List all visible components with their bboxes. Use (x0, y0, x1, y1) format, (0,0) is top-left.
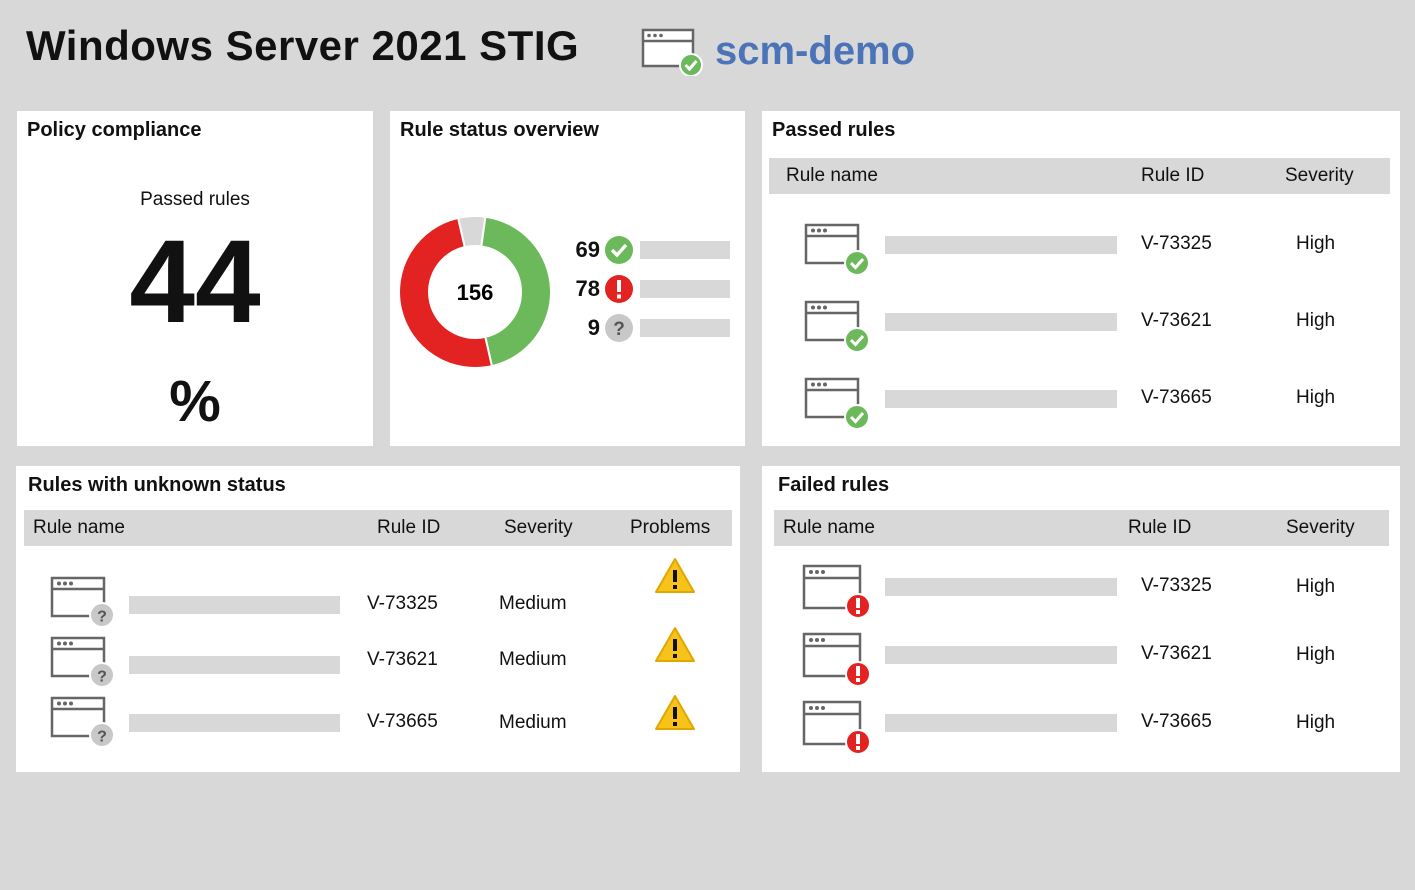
rule-name-placeholder (129, 714, 340, 732)
col-severity[interactable]: Severity (1285, 165, 1354, 187)
card-title: Passed rules (772, 119, 896, 141)
severity: High (1296, 310, 1336, 331)
severity: Medium (499, 712, 567, 733)
rule-name-placeholder (885, 313, 1117, 331)
warning-triangle-icon[interactable] (653, 693, 697, 733)
rule-id: V-73621 (1141, 643, 1212, 664)
col-rule-id[interactable]: Rule ID (377, 517, 440, 539)
col-rule-name[interactable]: Rule name (33, 517, 125, 539)
rule-id: V-73325 (1141, 575, 1212, 596)
stat-passed: 69 (560, 235, 730, 265)
rule-name-placeholder (129, 656, 340, 674)
col-rule-name[interactable]: Rule name (786, 165, 878, 187)
rule-name-placeholder (885, 578, 1117, 596)
rule-name-placeholder (885, 646, 1117, 664)
severity: High (1296, 233, 1336, 254)
warning-triangle-icon[interactable] (653, 556, 697, 596)
rule-id: V-73325 (1141, 233, 1212, 254)
stat-unknown-count: 9 (587, 315, 600, 340)
severity: High (1296, 387, 1336, 408)
compliance-value: 44 (129, 216, 261, 348)
table-row[interactable]: ? V-73665 Medium (16, 692, 740, 752)
rule-name-placeholder (885, 390, 1117, 408)
col-rule-name[interactable]: Rule name (783, 517, 875, 539)
rule-id: V-73325 (367, 593, 438, 614)
rule-id: V-73621 (1141, 310, 1212, 331)
compliance-unit: % (169, 369, 221, 434)
check-circle-icon (605, 236, 633, 264)
col-problems[interactable]: Problems (630, 517, 710, 539)
severity: High (1296, 644, 1336, 665)
card-title: Failed rules (778, 474, 890, 496)
rule-id: V-73665 (367, 711, 438, 732)
failed-rules-card: Failed rules Rule name Rule ID Severity … (762, 466, 1400, 772)
exclamation-circle-icon (605, 275, 633, 303)
col-rule-id[interactable]: Rule ID (1141, 165, 1204, 187)
table-header: Rule name Rule ID Severity Problems (24, 510, 732, 546)
table-header: Rule name Rule ID Severity (774, 510, 1389, 546)
donut-center-label: 156 (457, 280, 494, 305)
rule-status-overview-card: Rule status overview 156 69 78 9 ? (390, 111, 745, 446)
rule-window-check-icon (804, 377, 870, 429)
stat-failed-count: 78 (575, 276, 600, 301)
rule-id: V-73621 (367, 649, 438, 670)
stat-bar (640, 319, 730, 337)
rule-window-error-icon (802, 632, 871, 687)
svg-text:?: ? (97, 729, 107, 746)
rule-window-question-icon: ? (50, 576, 115, 628)
host-name: scm-demo (715, 28, 916, 73)
stat-bar (640, 280, 730, 298)
question-circle-icon: ? (605, 314, 633, 342)
severity: Medium (499, 593, 567, 614)
rule-name-placeholder (885, 236, 1117, 254)
server-window-check-icon (641, 28, 703, 76)
table-row[interactable]: V-73621 High (762, 292, 1400, 352)
col-severity[interactable]: Severity (504, 517, 573, 539)
unknown-rules-card: Rules with unknown status Rule name Rule… (16, 466, 740, 772)
col-rule-id[interactable]: Rule ID (1128, 517, 1191, 539)
svg-text:?: ? (97, 669, 107, 686)
card-title: Policy compliance (27, 119, 202, 141)
severity: High (1296, 712, 1336, 733)
rule-window-error-icon (802, 700, 871, 755)
rule-name-placeholder (885, 714, 1117, 732)
page-title: Windows Server 2021 STIG (26, 22, 580, 69)
policy-compliance-card: Policy compliance Passed rules 44 % (17, 111, 373, 446)
stat-failed: 78 (560, 274, 730, 304)
table-row[interactable]: V-73621 High (762, 628, 1400, 688)
severity: High (1296, 576, 1336, 597)
status-donut-chart: 156 (398, 215, 552, 369)
rule-window-check-icon (804, 223, 870, 275)
table-row[interactable]: ? V-73621 Medium (16, 627, 740, 690)
col-severity[interactable]: Severity (1286, 517, 1355, 539)
rule-window-error-icon (802, 564, 871, 619)
svg-text:?: ? (97, 609, 107, 626)
svg-text:?: ? (613, 319, 625, 340)
table-row[interactable]: ? V-73325 Medium (16, 558, 740, 630)
rule-id: V-73665 (1141, 711, 1212, 732)
rule-id: V-73665 (1141, 387, 1212, 408)
rule-window-check-icon (804, 300, 870, 352)
card-title: Rules with unknown status (28, 474, 286, 496)
table-row[interactable]: V-73325 High (762, 560, 1400, 620)
table-header: Rule name Rule ID Severity (769, 158, 1390, 194)
passed-rules-label: Passed rules (140, 189, 250, 210)
stat-passed-count: 69 (575, 237, 600, 262)
table-row[interactable]: V-73665 High (762, 696, 1400, 756)
table-row[interactable]: V-73325 High (762, 215, 1400, 275)
warning-triangle-icon[interactable] (653, 625, 697, 665)
stat-unknown: 9 ? (560, 313, 730, 343)
host-label: scm-demo (641, 26, 915, 76)
card-title: Rule status overview (400, 119, 599, 141)
severity: Medium (499, 649, 567, 670)
passed-rules-card: Passed rules Rule name Rule ID Severity … (762, 111, 1400, 446)
rule-name-placeholder (129, 596, 340, 614)
rule-window-question-icon: ? (50, 696, 115, 748)
stat-bar (640, 241, 730, 259)
table-row[interactable]: V-73665 High (762, 369, 1400, 429)
rule-window-question-icon: ? (50, 636, 115, 688)
